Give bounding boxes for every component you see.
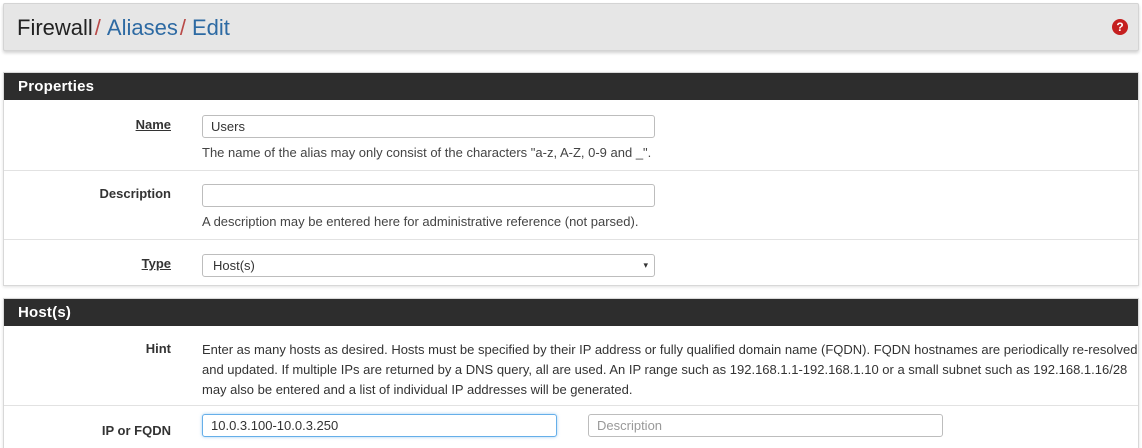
breadcrumb-separator: /	[94, 15, 101, 40]
properties-heading: Properties	[4, 73, 1138, 100]
breadcrumb-edit-link[interactable]: Edit	[192, 15, 230, 40]
ip-label: IP or FQDN	[101, 423, 171, 438]
type-selected-value: Host(s)	[213, 258, 255, 273]
description-row: Description A description may be entered…	[4, 170, 1138, 239]
name-input[interactable]	[202, 115, 655, 138]
name-row: Name The name of the alias may only cons…	[4, 100, 1138, 170]
description-label: Description	[99, 186, 171, 201]
breadcrumb: Firewall/Aliases/Edit	[17, 15, 230, 41]
hint-label: Hint	[145, 341, 171, 356]
breadcrumb-separator: /	[179, 15, 186, 40]
breadcrumb-aliases-link[interactable]: Aliases	[107, 15, 178, 40]
name-label: Name	[135, 117, 171, 132]
ip-input[interactable]	[202, 414, 557, 437]
page-header: Firewall/Aliases/Edit ?	[3, 3, 1139, 51]
question-circle-icon[interactable]: ?	[1112, 19, 1128, 35]
hint-row: Hint Enter as many hosts as desired. Hos…	[4, 326, 1138, 405]
breadcrumb-firewall: Firewall	[17, 15, 93, 40]
type-select[interactable]: Host(s) ▾	[202, 254, 655, 277]
description-input[interactable]	[202, 184, 655, 207]
ip-description-input[interactable]	[588, 414, 943, 437]
ip-row: IP or FQDN	[4, 405, 1138, 448]
chevron-down-icon: ▾	[643, 260, 648, 270]
hosts-heading: Host(s)	[4, 299, 1138, 326]
hint-text: Enter as many hosts as desired. Hosts mu…	[202, 342, 1138, 397]
type-label: Type	[141, 256, 171, 271]
name-help-text: The name of the alias may only consist o…	[202, 145, 652, 160]
description-help-text: A description may be entered here for ad…	[202, 214, 639, 229]
type-row: Type Host(s) ▾	[4, 239, 1138, 286]
hosts-panel: Host(s) Hint Enter as many hosts as desi…	[3, 298, 1139, 448]
properties-panel: Properties Name The name of the alias ma…	[3, 72, 1139, 286]
